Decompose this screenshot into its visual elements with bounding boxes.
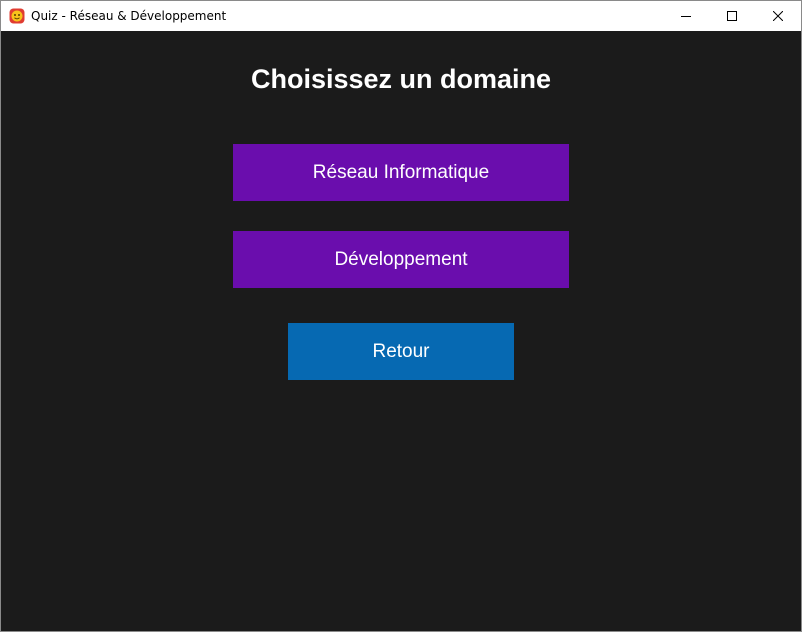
developpement-button[interactable]: Développement [233, 231, 569, 288]
back-button-label: Retour [372, 340, 430, 362]
back-button[interactable]: Retour [288, 323, 514, 380]
minimize-icon [681, 16, 691, 17]
window-title: Quiz - Réseau & Développement [31, 9, 227, 23]
maximize-icon [727, 11, 737, 21]
app-window: Quiz - Réseau & Développement Choisissez… [0, 0, 802, 632]
app-icon [9, 8, 25, 24]
reseau-informatique-label: Réseau Informatique [312, 161, 490, 183]
minimize-button[interactable] [663, 1, 709, 31]
developpement-label: Développement [334, 248, 468, 270]
main-content: Choisissez un domaine Réseau Informatiqu… [1, 31, 801, 631]
close-icon [773, 11, 783, 21]
maximize-button[interactable] [709, 1, 755, 31]
title-bar[interactable]: Quiz - Réseau & Développement [1, 1, 801, 31]
close-button[interactable] [755, 1, 801, 31]
reseau-informatique-button[interactable]: Réseau Informatique [233, 144, 569, 201]
page-title: Choisissez un domaine [250, 64, 552, 94]
